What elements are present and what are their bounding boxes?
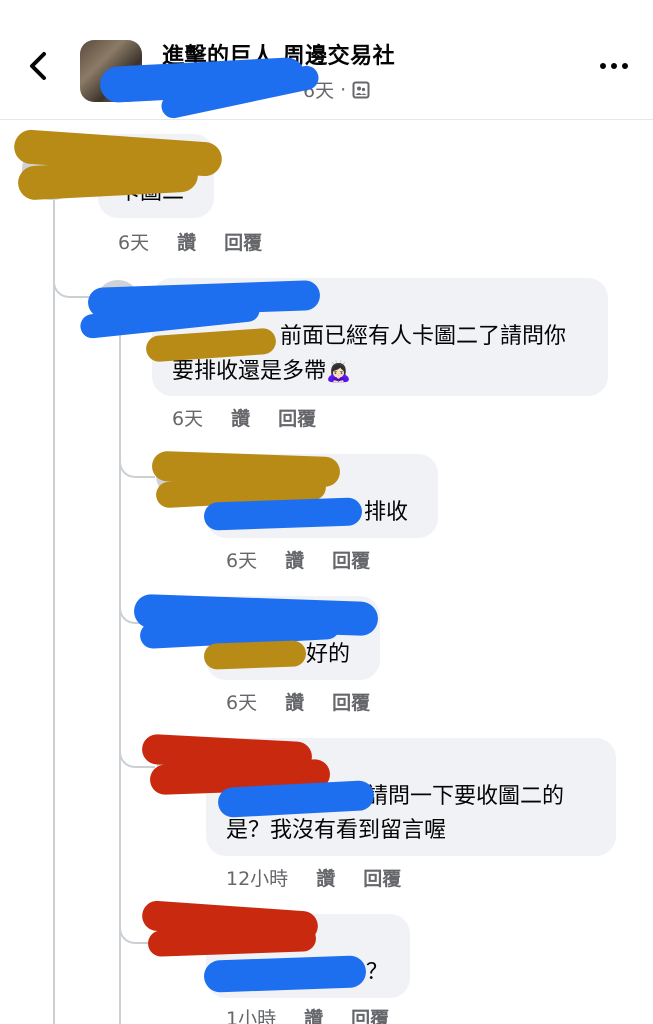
comment-text: 請問一下要收圖二的: [366, 784, 565, 809]
like-button[interactable]: 讚: [285, 546, 304, 573]
reply-connector: [119, 430, 155, 478]
comment-actions: 6天 讚 回覆: [172, 404, 316, 431]
comment-text-line: 前面已經有人卡圖二了請問你: [280, 324, 567, 349]
thread-line: [53, 200, 55, 1024]
like-button[interactable]: 讚: [304, 1004, 323, 1024]
comment-actions: 6天 讚 回覆: [226, 688, 370, 715]
comment-time: 12小時: [226, 868, 289, 890]
comment-text: 好的: [306, 642, 351, 667]
redaction-scribble: [203, 497, 363, 531]
like-button[interactable]: 讚: [231, 404, 250, 431]
reply-button[interactable]: 回覆: [224, 228, 262, 255]
reply-connector: [53, 250, 89, 298]
redaction-scribble: [203, 955, 367, 993]
reply-button[interactable]: 回覆: [332, 546, 370, 573]
comment-text: 排收: [364, 500, 409, 525]
reply-button[interactable]: 回覆: [278, 404, 316, 431]
like-button[interactable]: 讚: [177, 228, 196, 255]
back-arrow-icon[interactable]: [24, 48, 56, 84]
reply-button[interactable]: 回覆: [351, 1004, 389, 1024]
like-button[interactable]: 讚: [285, 688, 304, 715]
comment-text: 是？我沒有看到留言喔: [226, 818, 447, 843]
comment-actions: 6天 讚 回覆: [226, 546, 370, 573]
comment-time: 6天: [172, 408, 204, 430]
comment-actions: 6天 讚 回覆: [118, 228, 262, 255]
bowing-emoji: 🙇🏻‍♀️: [326, 359, 351, 383]
group-privacy-icon: [352, 81, 370, 98]
reply-button[interactable]: 回覆: [332, 688, 370, 715]
redaction-scribble: [203, 640, 307, 670]
comment-actions: 12小時 讚 回覆: [226, 864, 401, 891]
comment-actions: 1小時 讚 回覆: [226, 1004, 389, 1024]
comment-time: 6天: [226, 692, 258, 714]
comment-time: 6天: [118, 232, 150, 254]
more-options-icon[interactable]: [598, 56, 630, 76]
comment-text: ？: [366, 960, 389, 985]
comment-text: 要排收還是多帶🙇🏻‍♀️: [172, 354, 351, 389]
comment-time: 1小時: [226, 1008, 277, 1024]
post-header: 進擊的巨人 周邊交易社 6天 ·: [0, 0, 653, 121]
comment-text-line: 要排收還是多帶: [172, 359, 327, 384]
reply-button[interactable]: 回覆: [363, 864, 401, 891]
comment-time: 6天: [226, 550, 258, 572]
like-button[interactable]: 讚: [316, 864, 335, 891]
meta-separator: ·: [340, 78, 347, 101]
comment-text: 前面已經有人卡圖二了請問你: [280, 320, 566, 354]
